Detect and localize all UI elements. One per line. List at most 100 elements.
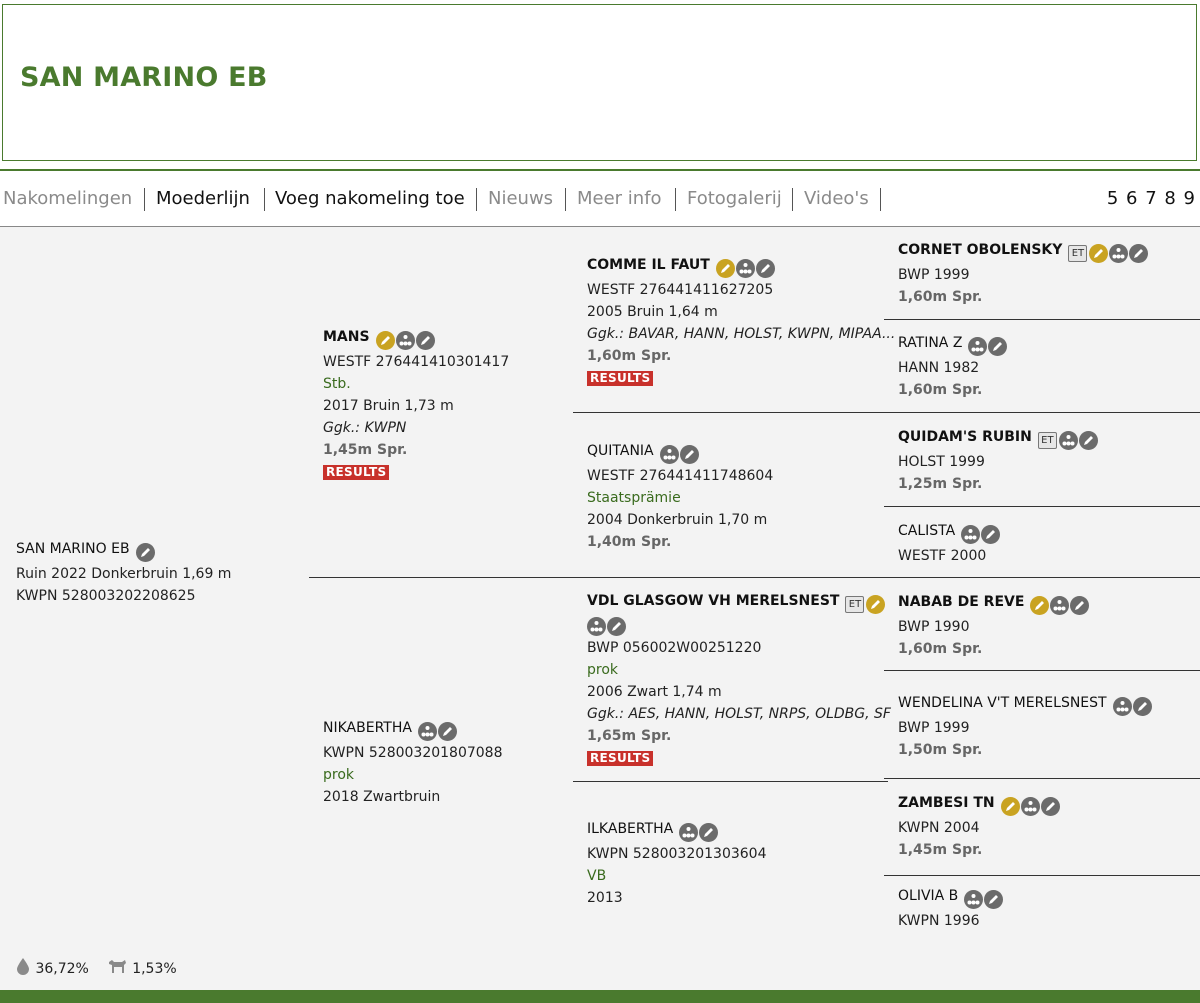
tab-nieuws[interactable]: Nieuws (488, 184, 553, 214)
horse-name[interactable]: QUIDAM'S RUBIN (898, 429, 1032, 445)
sire-cell: MANS WESTF 276441410301417 Stb. 2017 Bru… (323, 326, 509, 483)
horse-info: HANN 1982 (898, 360, 980, 376)
edit-icon[interactable] (988, 336, 1008, 356)
et-badge: ET (1037, 431, 1057, 449)
edit-icon[interactable] (415, 330, 435, 350)
brush-icon[interactable] (866, 594, 886, 614)
edit-icon[interactable] (699, 822, 719, 842)
pedigree-chart: SAN MARINO EB Ruin 2022 Donkerbruin 1,69… (0, 227, 1200, 990)
horse-info: HOLST 1999 (898, 454, 985, 470)
subject-cell: SAN MARINO EB Ruin 2022 Donkerbruin 1,69… (16, 538, 231, 607)
blood-percentage: 36,72% (35, 961, 89, 977)
edit-icon[interactable] (607, 616, 626, 636)
horse-info: 2004 Donkerbruin 1,70 m (587, 512, 768, 528)
results-button[interactable]: RESULTS (587, 371, 654, 386)
header-divider (0, 169, 1200, 171)
horse-name[interactable]: VDL GLASGOW VH MERELSNEST (587, 593, 839, 609)
pedigree-tree-icon[interactable] (1050, 595, 1070, 615)
horse-jump-level: 1,40m Spr. (587, 534, 672, 550)
brush-icon[interactable] (1000, 796, 1020, 816)
brush-icon[interactable] (1089, 243, 1109, 263)
pedigree-tree-icon[interactable] (735, 258, 755, 278)
edit-icon[interactable] (135, 542, 155, 562)
tab-meer-info[interactable]: Meer info (577, 184, 662, 214)
edit-icon[interactable] (679, 444, 699, 464)
horse-status: VB (587, 868, 607, 884)
horse-info: 2006 Zwart 1,74 m (587, 684, 722, 700)
edit-icon[interactable] (981, 524, 1001, 544)
brush-icon[interactable] (1030, 595, 1050, 615)
pedigree-divider (309, 577, 888, 578)
horse-name[interactable]: RATINA Z (898, 335, 962, 351)
tab-voeg-nakomeling-toe[interactable]: Voeg nakomeling toe (275, 184, 465, 214)
inbreeding-stats: 36,72% 1,53% (15, 957, 177, 981)
horse-name[interactable]: OLIVIA B (898, 888, 958, 904)
edit-icon[interactable] (755, 258, 775, 278)
tab-separator (565, 188, 566, 211)
horse-status: Stb. (323, 376, 351, 392)
horse-ggk: Ggk.: BAVAR, HANN, HOLST, KWPN, MIPAA... (587, 326, 896, 342)
horse-name[interactable]: WENDELINA V'T MERELSNEST (898, 695, 1107, 711)
pedigree-divider (573, 412, 888, 413)
tab-separator (880, 188, 881, 211)
horse-name[interactable]: CORNET OBOLENSKY (898, 242, 1062, 258)
horse-name[interactable]: MANS (323, 329, 370, 345)
results-button[interactable]: RESULTS (587, 751, 654, 766)
horse-name[interactable]: ILKABERTHA (587, 821, 673, 837)
horse-ggk: Ggk.: AES, HANN, HOLST, NRPS, OLDBG, SF (587, 706, 891, 722)
brush-icon[interactable] (715, 258, 735, 278)
pedigree-tree-icon[interactable] (1112, 696, 1132, 716)
ggp-cell-4: CALISTA WESTF 2000 (898, 520, 1001, 567)
horse-jump-level: 1,65m Spr. (587, 728, 672, 744)
pedigree-tree-icon[interactable] (679, 822, 699, 842)
edit-icon[interactable] (984, 889, 1004, 909)
edit-icon[interactable] (1078, 430, 1098, 450)
pedigree-tree-icon[interactable] (1058, 430, 1078, 450)
horse-name[interactable]: COMME IL FAUT (587, 257, 710, 273)
horse-status: prok (587, 662, 619, 678)
page-numbers[interactable]: 5 6 7 8 9 (1107, 184, 1196, 214)
horse-ggk: Ggk.: KWPN (323, 420, 407, 436)
pedigree-tree-icon[interactable] (964, 889, 984, 909)
pedigree-tree-icon[interactable] (968, 336, 988, 356)
horse-jump-level: 1,60m Spr. (898, 289, 983, 305)
tab-moederlijn[interactable]: Moederlijn (156, 184, 250, 214)
horse-registration: KWPN 528003201303604 (587, 846, 767, 862)
edit-icon[interactable] (1132, 696, 1152, 716)
ggp-cell-1: CORNET OBOLENSKY ET BWP 1999 1,60m Spr. (898, 239, 1149, 308)
ggp-cell-6: WENDELINA V'T MERELSNEST BWP 1999 1,50m … (898, 692, 1153, 761)
horse-percentage: 1,53% (132, 961, 177, 977)
edit-icon[interactable] (1070, 595, 1090, 615)
horse-name[interactable]: ZAMBESI TN (898, 795, 995, 811)
horse-name[interactable]: SAN MARINO EB (16, 541, 130, 557)
horse-name[interactable]: NABAB DE REVE (898, 594, 1024, 610)
horse-icon (106, 960, 128, 979)
results-button[interactable]: RESULTS (323, 465, 390, 480)
ggp-cell-8: OLIVIA B KWPN 1996 (898, 885, 1004, 932)
tab-fotogalerij[interactable]: Fotogalerij (687, 184, 782, 214)
brush-icon[interactable] (375, 330, 395, 350)
horse-info: BWP 1990 (898, 619, 970, 635)
horse-name[interactable]: CALISTA (898, 523, 955, 539)
pedigree-divider (884, 875, 1200, 876)
pedigree-tree-icon[interactable] (1020, 796, 1040, 816)
pedigree-tree-icon[interactable] (659, 444, 679, 464)
horse-name[interactable]: NIKABERTHA (323, 720, 412, 736)
pedigree-tree-icon[interactable] (1109, 243, 1129, 263)
pedigree-tree-icon[interactable] (417, 721, 437, 741)
horse-registration: KWPN 528003201807088 (323, 745, 503, 761)
pedigree-divider (884, 670, 1200, 671)
pedigree-tree-icon[interactable] (395, 330, 415, 350)
horse-info: 2017 Bruin 1,73 m (323, 398, 454, 414)
tab-videos[interactable]: Video's (804, 184, 869, 214)
edit-icon[interactable] (1040, 796, 1060, 816)
horse-name[interactable]: QUITANIA (587, 443, 654, 459)
pedigree-tree-icon[interactable] (587, 616, 606, 636)
edit-icon[interactable] (1129, 243, 1149, 263)
ggp-cell-2: RATINA Z HANN 1982 1,60m Spr. (898, 332, 1008, 401)
et-badge: ET (1068, 244, 1088, 262)
horse-registration: WESTF 276441410301417 (323, 354, 510, 370)
edit-icon[interactable] (437, 721, 457, 741)
tab-nakomelingen[interactable]: Nakomelingen (3, 184, 132, 214)
pedigree-tree-icon[interactable] (961, 524, 981, 544)
